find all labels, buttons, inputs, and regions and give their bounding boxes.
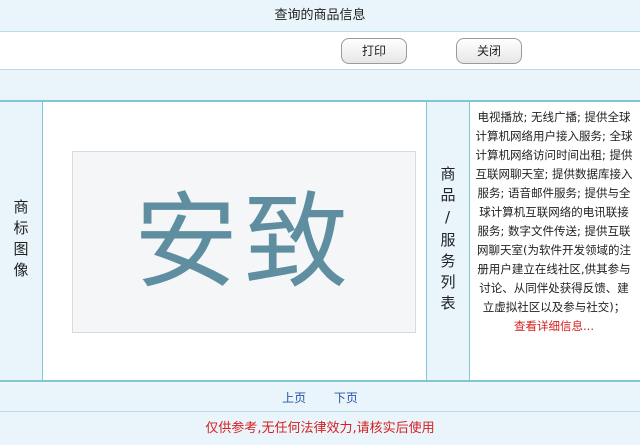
services-list: 电视播放; 无线广播; 提供全球计算机网络用户接入服务; 全球计算机网络访问时间… bbox=[474, 108, 634, 336]
divider bbox=[469, 102, 470, 380]
pagination: 上页 下页 bbox=[0, 384, 640, 412]
spacer-bar bbox=[0, 70, 640, 100]
divider bbox=[42, 102, 43, 380]
services-label-cell: 商品/服务列表 bbox=[427, 102, 469, 380]
services-list-label: 商品/服务列表 bbox=[438, 166, 457, 316]
disclaimer-text: 仅供参考,无任何法律效力,请核实后使用 bbox=[205, 421, 435, 436]
print-button[interactable]: 打印 bbox=[341, 38, 407, 64]
detail-table: 商标图像 安致 商品/服务列表 电视播放; 无线广播; 提供全球计算机网络用户接… bbox=[0, 100, 640, 382]
header-bar: 查询的商品信息 bbox=[0, 0, 640, 32]
next-page-link[interactable]: 下页 bbox=[334, 391, 358, 405]
trademark-image: 安致 bbox=[72, 151, 416, 333]
footer-bar: 仅供参考,无任何法律效力,请核实后使用 bbox=[0, 412, 640, 445]
trademark-label-cell: 商标图像 bbox=[0, 102, 42, 380]
close-button[interactable]: 关闭 bbox=[456, 38, 522, 64]
view-details-link[interactable]: 查看详细信息... bbox=[514, 319, 594, 333]
prev-page-link[interactable]: 上页 bbox=[282, 391, 306, 405]
page-title: 查询的商品信息 bbox=[274, 8, 366, 23]
trademark-image-label: 商标图像 bbox=[11, 199, 30, 283]
toolbar: 打印 关闭 bbox=[0, 32, 640, 70]
trademark-mark: 安致 bbox=[133, 181, 354, 303]
services-text: 电视播放; 无线广播; 提供全球计算机网络用户接入服务; 全球计算机网络访问时间… bbox=[475, 110, 633, 314]
